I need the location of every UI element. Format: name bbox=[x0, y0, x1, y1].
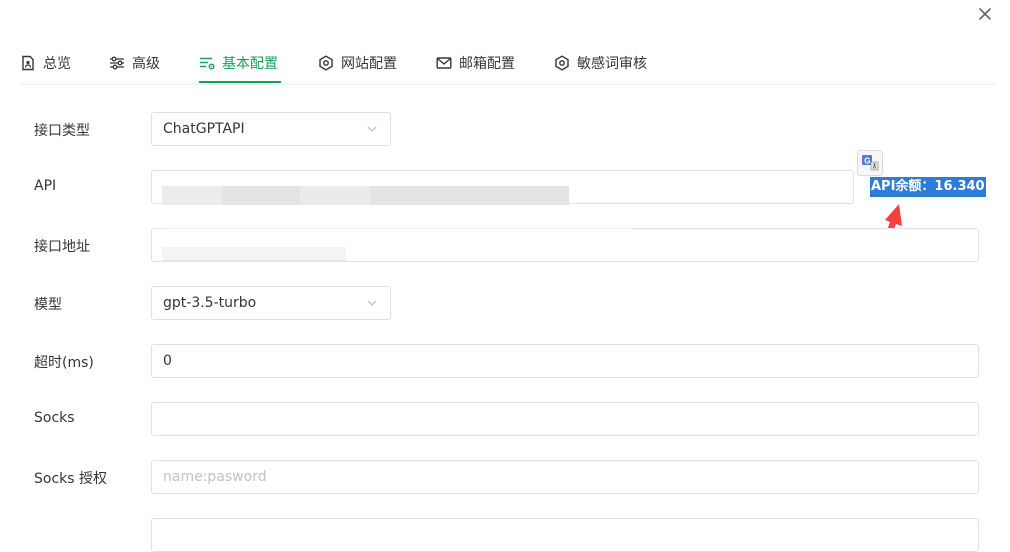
api-label: API bbox=[34, 178, 57, 194]
tab-sensitive-words[interactable]: 敏感词审核 bbox=[554, 44, 647, 82]
tab-basic-config[interactable]: 基本配置 bbox=[199, 44, 278, 82]
svg-text:G: G bbox=[864, 156, 870, 165]
socks-auth-label: Socks 授权 bbox=[34, 471, 108, 487]
socks-input[interactable] bbox=[151, 402, 979, 436]
tab-site-config[interactable]: 网站配置 bbox=[318, 44, 397, 82]
document-icon bbox=[20, 55, 36, 71]
translate-icon[interactable]: G bbox=[857, 150, 883, 176]
tab-label: 总览 bbox=[43, 56, 71, 72]
redacted-segment bbox=[162, 186, 222, 205]
active-tab-indicator bbox=[199, 81, 281, 83]
tab-mail-config[interactable]: 邮箱配置 bbox=[436, 44, 515, 82]
model-label: 模型 bbox=[34, 297, 62, 313]
close-icon bbox=[979, 8, 991, 20]
tab-overview[interactable]: 总览 bbox=[20, 44, 71, 82]
timeout-label: 超时(ms) bbox=[34, 355, 94, 371]
tab-label: 高级 bbox=[132, 56, 160, 72]
socks-label: Socks bbox=[34, 410, 75, 426]
api-type-select[interactable]: ChatGPTAPI bbox=[151, 112, 391, 146]
settings-list-icon bbox=[199, 55, 215, 71]
timeout-input[interactable] bbox=[151, 344, 979, 378]
model-select[interactable]: gpt-3.5-turbo bbox=[151, 286, 391, 320]
next-field-input[interactable] bbox=[151, 518, 979, 552]
model-value: gpt-3.5-turbo bbox=[163, 295, 257, 311]
config-tabs: 总览 高级 基本配置 网站配置 邮箱配置 敏感词审核 bbox=[20, 44, 996, 85]
chevron-down-icon bbox=[367, 126, 377, 132]
api-type-label: 接口类型 bbox=[34, 123, 90, 139]
api-type-value: ChatGPTAPI bbox=[163, 121, 245, 137]
hexagon-gear-icon bbox=[554, 55, 570, 71]
redaction-overlay bbox=[162, 208, 632, 260]
close-button[interactable] bbox=[974, 3, 996, 25]
mail-icon bbox=[436, 55, 452, 71]
sliders-icon bbox=[109, 55, 125, 71]
tab-label: 邮箱配置 bbox=[459, 56, 515, 72]
api-balance-highlight: API余额：16.340 bbox=[870, 177, 986, 197]
tab-label: 网站配置 bbox=[341, 56, 397, 72]
hexagon-gear-icon bbox=[318, 55, 334, 71]
tab-advanced[interactable]: 高级 bbox=[109, 44, 160, 82]
tab-label: 敏感词审核 bbox=[577, 56, 647, 72]
endpoint-label: 接口地址 bbox=[34, 239, 90, 255]
tab-label: 基本配置 bbox=[222, 56, 278, 72]
socks-auth-input[interactable] bbox=[151, 460, 979, 494]
redacted-segment bbox=[300, 186, 370, 205]
chevron-down-icon bbox=[367, 300, 377, 306]
